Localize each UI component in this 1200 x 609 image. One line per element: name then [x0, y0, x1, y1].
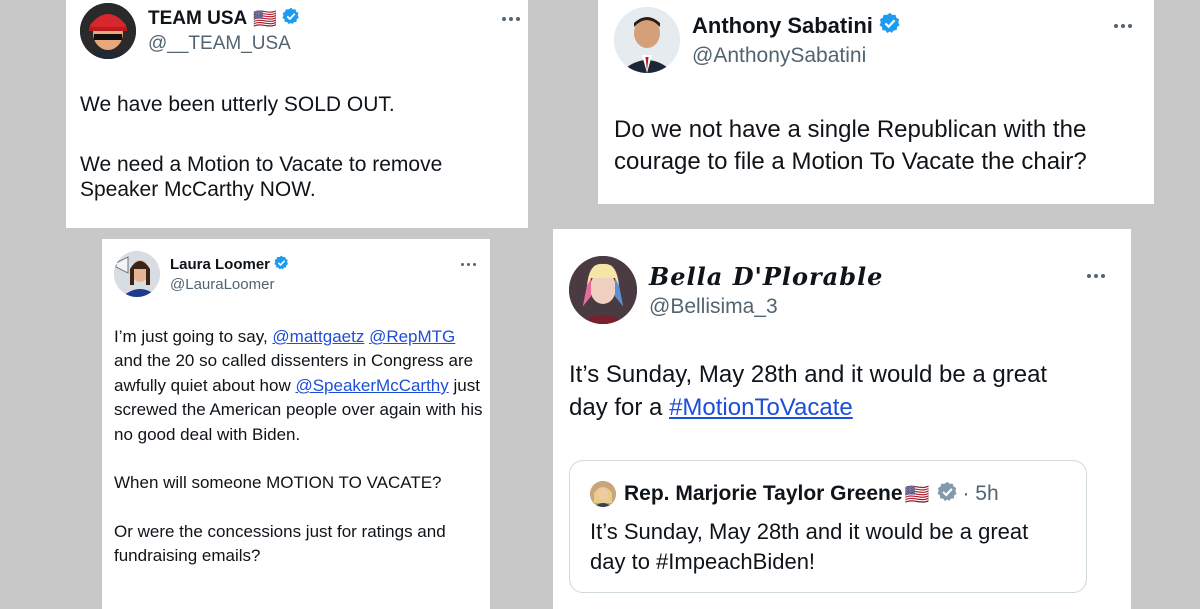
tweet-line: We need a Motion to Vacate to remove — [80, 152, 443, 176]
quoted-display-name[interactable]: Rep. Marjorie Taylor Greene — [624, 482, 903, 506]
quoted-timestamp[interactable]: · 5h — [962, 482, 998, 506]
display-name[interactable]: Anthony Sabatini — [692, 13, 873, 39]
avatar[interactable] — [80, 3, 136, 59]
tweet-text: Do we not have a single Republican with … — [614, 114, 1144, 179]
tweet-line: courage to file a Motion To Vacate the c… — [614, 148, 1087, 176]
hashtag-link-motiontovacate[interactable]: #MotionToVacate — [669, 394, 853, 421]
avatar[interactable] — [114, 251, 160, 297]
tweet-text: We have been utterly SOLD OUT. We need a… — [80, 92, 510, 203]
display-name[interactable]: TEAM USA — [148, 8, 247, 30]
tweet-line: day for a #MotionToVacate — [569, 391, 1109, 424]
tweet-line: Do we not have a single Republican with … — [614, 116, 1087, 143]
avatar[interactable] — [569, 256, 637, 324]
more-options-icon[interactable] — [502, 17, 520, 21]
tweet-paragraph: Or were the concessions just for ratings… — [114, 521, 446, 566]
tweet-paragraph: When will someone MOTION TO VACATE? — [114, 473, 442, 493]
handle[interactable]: @LauraLoomer — [170, 276, 289, 293]
tweet-card-bella-dplorable: 𝑩𝒆𝒍𝒍𝒂 𝑫'𝑷𝒍𝒐𝒓𝒂𝒃𝒍𝒆 @Bellisima_3 It’s Sunda… — [553, 229, 1131, 609]
avatar[interactable] — [614, 7, 680, 73]
mention-link-repmtg[interactable]: @RepMTG — [369, 327, 455, 346]
text-segment: I’m just going to say, — [114, 327, 273, 346]
tweet-card-laura-loomer: Laura Loomer @LauraLoomer I’m just going… — [102, 239, 490, 609]
mention-link-mattgaetz[interactable]: @mattgaetz — [272, 327, 364, 346]
quoted-tweet-text: It’s Sunday, May 28th and it would be a … — [590, 517, 1070, 578]
tweet-paragraph: I’m just going to say, @mattgaetz @RepMT… — [114, 325, 484, 447]
quoted-line: day to #ImpeachBiden! — [590, 549, 816, 575]
handle[interactable]: @Bellisima_3 — [649, 295, 883, 319]
more-options-icon[interactable] — [1114, 24, 1132, 28]
tweet-header: Laura Loomer @LauraLoomer — [114, 251, 289, 297]
tweet-text: I’m just going to say, @mattgaetz @RepMT… — [114, 325, 484, 569]
text-segment: day for a — [569, 394, 670, 422]
more-options-icon[interactable] — [1087, 274, 1105, 278]
tweet-header: 𝑩𝒆𝒍𝒍𝒂 𝑫'𝑷𝒍𝒐𝒓𝒂𝒃𝒍𝒆 @Bellisima_3 — [569, 256, 883, 324]
more-options-icon[interactable] — [461, 263, 476, 266]
verified-gray-badge-icon — [937, 481, 958, 507]
handle[interactable]: @AnthonySabatini — [692, 44, 901, 68]
tweet-header: Anthony Sabatini @AnthonySabatini — [614, 7, 901, 73]
tweet-line: We have been utterly SOLD OUT. — [80, 93, 395, 116]
us-flag-icon: 🇺🇸 — [904, 483, 930, 506]
quoted-line: It’s Sunday, May 28th and it would be a … — [590, 519, 1029, 544]
mention-link-speakermccarthy[interactable]: @SpeakerMcCarthy — [295, 376, 448, 395]
tweet-header: TEAM USA 🇺🇸 @__TEAM_USA — [80, 3, 300, 59]
verified-badge-icon — [274, 255, 289, 274]
verified-badge-icon — [282, 7, 300, 31]
tweet-text: It’s Sunday, May 28th and it would be a … — [569, 358, 1109, 424]
tweet-line: It’s Sunday, May 28th and it would be a … — [569, 361, 1048, 388]
us-flag-icon: 🇺🇸 — [253, 9, 277, 30]
tweet-card-team-usa: TEAM USA 🇺🇸 @__TEAM_USA We have been utt… — [66, 0, 528, 228]
quoted-avatar[interactable] — [590, 481, 616, 507]
verified-badge-icon — [879, 12, 901, 40]
display-name[interactable]: 𝑩𝒆𝒍𝒍𝒂 𝑫'𝑷𝒍𝒐𝒓𝒂𝒃𝒍𝒆 — [649, 262, 883, 291]
quoted-tweet-header: Rep. Marjorie Taylor Greene 🇺🇸 · 5h — [590, 481, 999, 507]
tweet-card-anthony-sabatini: Anthony Sabatini @AnthonySabatini Do we … — [598, 0, 1154, 204]
quoted-tweet[interactable]: Rep. Marjorie Taylor Greene 🇺🇸 · 5h It’s… — [569, 460, 1087, 593]
tweet-line: Speaker McCarthy NOW. — [80, 178, 316, 202]
display-name[interactable]: Laura Loomer — [170, 256, 270, 273]
handle[interactable]: @__TEAM_USA — [148, 33, 300, 55]
